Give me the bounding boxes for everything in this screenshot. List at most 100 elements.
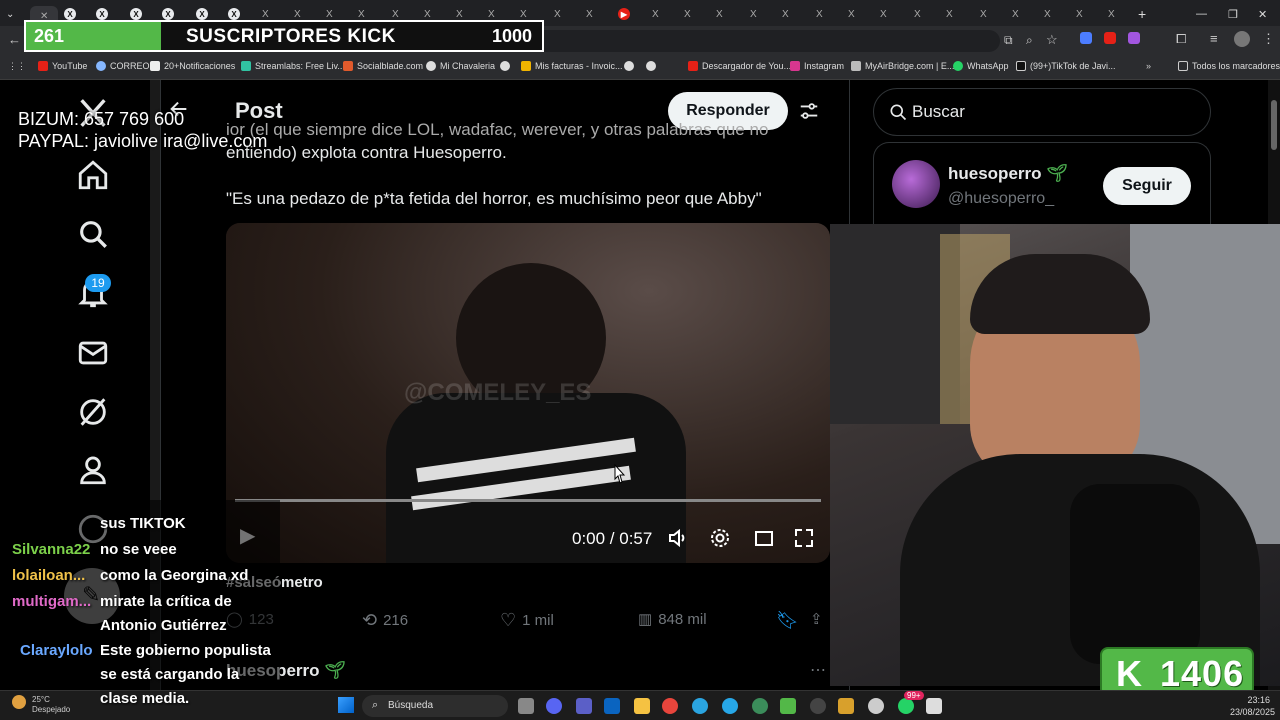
view-count[interactable]: ▥ 848 mil [638,610,707,629]
obs-icon[interactable] [810,698,826,714]
extension-icon[interactable] [1128,32,1140,44]
tab[interactable]: X [782,6,812,22]
whatsapp-icon[interactable] [898,698,914,714]
tab[interactable]: X [880,6,910,22]
zoom-icon[interactable]: ⌕ [1026,33,1033,48]
follow-button[interactable]: Seguir [1103,167,1191,205]
tab[interactable]: X [980,6,1010,22]
volume-icon[interactable] [666,526,690,550]
avatar[interactable] [892,160,940,208]
home-icon[interactable] [76,158,110,192]
tab[interactable]: X [716,6,746,22]
picture-in-picture-icon[interactable] [752,526,776,550]
edge-icon[interactable] [692,698,708,714]
taskbar-search[interactable]: Búsqueda [362,695,508,717]
more-bookmarks-icon[interactable]: » [1146,61,1151,71]
chrome-icon[interactable] [662,698,678,714]
bookmark[interactable]: 20+Notificaciones [150,61,235,71]
menu-icon[interactable]: ⋮ [1262,31,1275,47]
search-icon[interactable] [76,217,110,251]
weather-widget[interactable]: 25°C Despejado [32,695,70,715]
bookmark-folder[interactable]: Todos los marcadores [1178,61,1280,71]
telegram-icon[interactable] [722,698,738,714]
share-button[interactable]: ⇪ [810,610,823,628]
minimize-button[interactable]: — [1196,6,1226,22]
bookmark[interactable]: Streamlabs: Free Liv... [241,61,345,71]
repost-count[interactable]: ⟲ 216 [362,610,408,631]
app-icon[interactable] [926,698,942,714]
back-icon[interactable]: ← [8,32,21,47]
video-player[interactable]: @COMELEY_ES ▶ 0:00 / 0:57 [226,223,830,563]
extensions-puzzle-icon[interactable]: ⧠ [1176,31,1186,47]
bookmark[interactable]: Mis facturas - Invoic... [521,61,623,71]
bookmark[interactable] [646,61,656,71]
extension-icon[interactable] [1080,32,1092,44]
bookmark[interactable]: Descargador de You... [688,61,791,71]
extension-icon[interactable] [1104,32,1116,44]
file-explorer-icon[interactable] [634,698,650,714]
bookmark[interactable]: MyAirBridge.com | E... [851,61,954,71]
avatar[interactable] [1234,31,1250,47]
cast-icon[interactable]: ⧉ [1004,33,1013,48]
tab[interactable]: ▶ [618,6,648,22]
bookmark-star-icon[interactable]: ☆ [1046,32,1058,48]
video-progress-bar[interactable] [235,499,821,502]
tab[interactable]: X [816,6,846,22]
fullscreen-icon[interactable] [792,526,816,550]
bookmark[interactable] [500,61,510,71]
bookmark[interactable]: Mi Chavaleria [426,61,495,71]
bookmark[interactable]: YouTube [38,61,87,71]
tab[interactable]: X [1012,6,1042,22]
bookmark[interactable]: Socialblade.com [343,61,423,71]
bookmark[interactable]: WhatsApp [953,61,1009,71]
apps-icon[interactable]: ⋮⋮ [8,61,26,72]
tab[interactable]: X [652,6,682,22]
new-tab-button[interactable]: + [1138,6,1168,22]
tab[interactable]: X [946,6,976,22]
notification-badge: 99+ [904,691,924,700]
tab[interactable]: X [1076,6,1106,22]
like-count[interactable]: ♡ 1 mil [500,610,554,631]
maximize-button[interactable]: ❐ [1228,6,1258,22]
task-view-icon[interactable] [518,698,534,714]
close-window-button[interactable]: ✕ [1258,6,1280,22]
x-icon: X [586,8,593,20]
filter-settings-icon[interactable] [798,100,820,122]
bookmark-button[interactable]: 🔖︎ [776,610,799,631]
mail-icon[interactable] [76,336,110,370]
app-icon[interactable] [868,698,884,714]
tab[interactable]: X [750,6,780,22]
grok-icon[interactable] [76,395,110,429]
bookmark[interactable]: (99+)TikTok de Javi... [1016,61,1115,71]
discord-icon[interactable] [546,698,562,714]
outlook-icon[interactable] [604,698,620,714]
more-options-icon[interactable]: ⋯ [810,660,826,680]
tab[interactable]: X [1108,6,1138,22]
tab[interactable]: X [1044,6,1074,22]
mail-icon [96,61,106,71]
reading-list-icon[interactable]: ≡ [1210,31,1218,46]
profile-icon[interactable] [76,453,110,487]
bookmark[interactable]: Instagram [790,61,844,71]
weather-icon[interactable] [12,695,26,709]
windows-start-icon[interactable] [338,697,354,713]
bookmark[interactable] [624,61,634,71]
bookmark[interactable]: CORREO [96,61,150,71]
tab[interactable]: X [554,6,584,22]
post-text: entiendo) explota contra Huesoperro. [226,143,507,162]
globe-icon [624,61,634,71]
tab[interactable]: X [848,6,878,22]
tab[interactable]: X [586,6,616,22]
profile-name[interactable]: huesoperro 🌱︎ [948,164,1068,184]
globe-icon[interactable] [752,698,768,714]
bookmarks-bar: ⋮⋮ YouTube CORREO 20+Notificaciones Stre… [0,56,1280,80]
app-icon[interactable] [838,698,854,714]
system-clock[interactable]: 23:16 23/08/2025 [1230,694,1275,718]
settings-gear-icon[interactable] [708,526,732,550]
search-input[interactable]: Buscar [873,88,1211,136]
tab[interactable]: X [684,6,714,22]
tab[interactable]: X [914,6,944,22]
teams-icon[interactable] [576,698,592,714]
video-time: 0:00 / 0:57 [572,529,653,548]
kick-app-icon[interactable] [780,698,796,714]
